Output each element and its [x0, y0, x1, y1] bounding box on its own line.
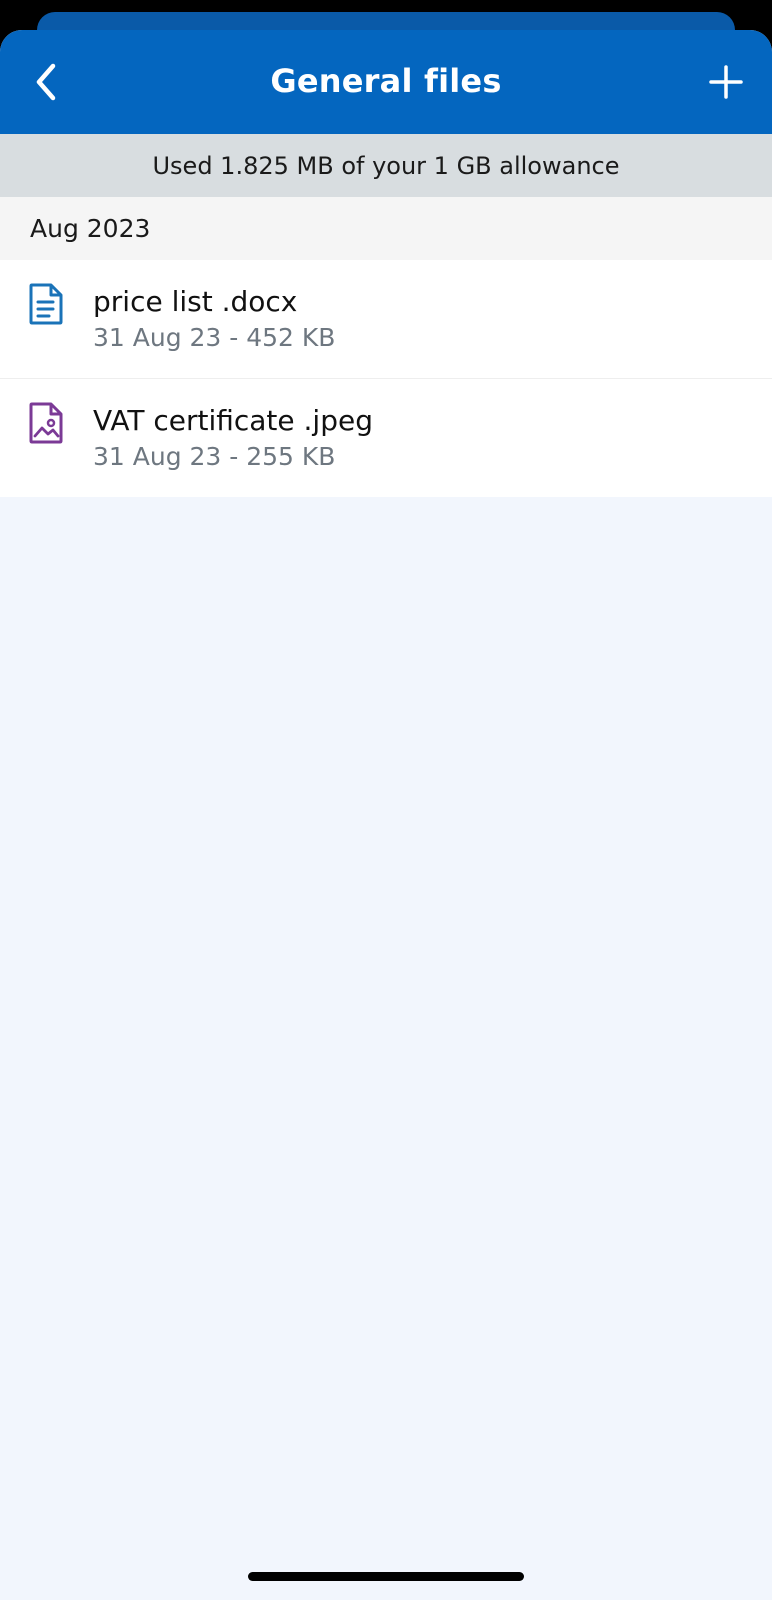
page-title: General files — [270, 62, 502, 100]
file-text: price list .docx 31 Aug 23 - 452 KB — [93, 284, 335, 354]
file-item-price-list[interactable]: price list .docx 31 Aug 23 - 452 KB — [0, 260, 772, 379]
back-button[interactable] — [18, 54, 74, 110]
file-meta: 31 Aug 23 - 452 KB — [93, 323, 336, 352]
file-name: price list .docx — [93, 285, 298, 318]
document-icon — [29, 283, 63, 325]
file-meta: 31 Aug 23 - 255 KB — [93, 442, 336, 471]
storage-allowance-banner: Used 1.825 MB of your 1 GB allowance — [0, 134, 772, 197]
file-text: VAT certificate .jpeg 31 Aug 23 - 255 KB — [93, 403, 373, 473]
file-list: price list .docx 31 Aug 23 - 452 KB VAT … — [0, 260, 772, 497]
chevron-left-icon — [36, 63, 56, 101]
section-header-aug-2023: Aug 2023 — [0, 197, 772, 260]
app-screen: General files Used 1.825 MB of your 1 GB… — [0, 0, 772, 1600]
home-indicator[interactable] — [248, 1572, 524, 1581]
plus-icon — [709, 65, 743, 99]
file-name: VAT certificate .jpeg — [93, 404, 373, 437]
image-file-icon — [29, 402, 63, 444]
add-file-button[interactable] — [698, 54, 754, 110]
file-item-vat-certificate[interactable]: VAT certificate .jpeg 31 Aug 23 - 255 KB — [0, 379, 772, 497]
files-sheet: General files Used 1.825 MB of your 1 GB… — [0, 30, 772, 1600]
nav-bar: General files — [0, 30, 772, 134]
